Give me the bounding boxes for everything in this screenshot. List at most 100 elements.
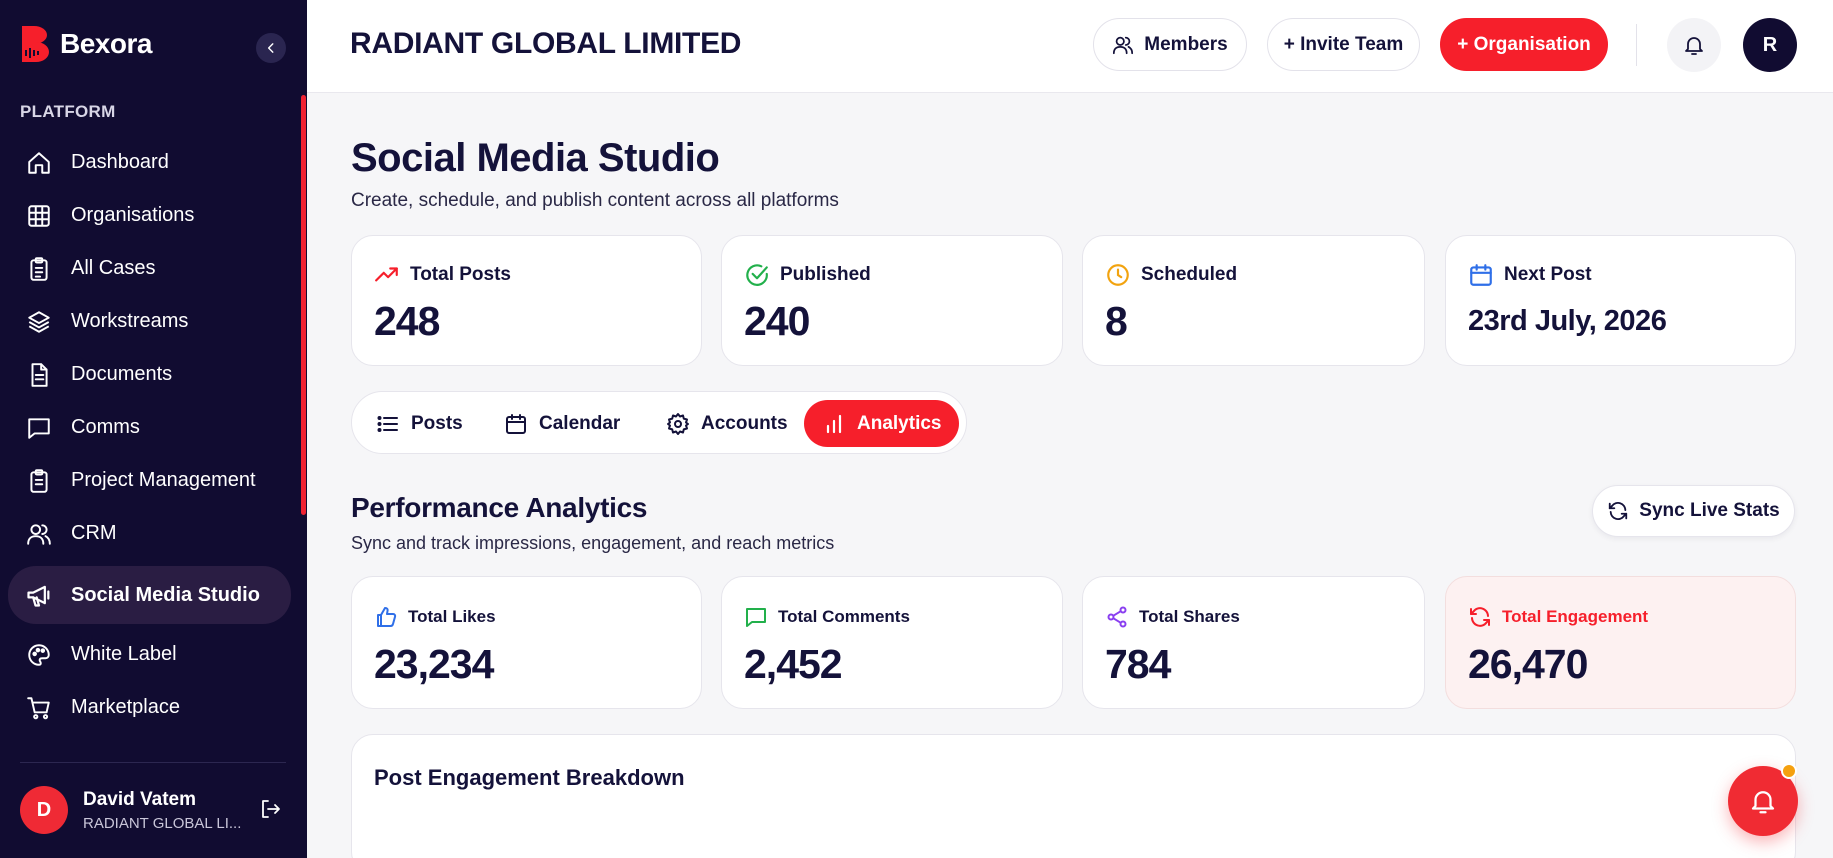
calendar-icon	[504, 412, 528, 436]
sidebar-item-label: Social Media Studio	[71, 583, 260, 606]
metric-value: 23,234	[374, 641, 494, 687]
layers-icon	[24, 307, 54, 337]
sidebar-nav: Dashboard Organisations All Cases Workst…	[8, 136, 291, 734]
chat-icon	[24, 413, 54, 443]
page-subtitle: Create, schedule, and publish content ac…	[351, 190, 839, 211]
sidebar-item-organisations[interactable]: Organisations	[8, 189, 291, 242]
stat-card-published: Published 240	[721, 235, 1063, 366]
tab-label: Calendar	[539, 412, 621, 434]
tab-posts[interactable]: Posts	[358, 400, 481, 447]
tab-analytics[interactable]: Analytics	[804, 400, 960, 447]
stat-card-scheduled: Scheduled 8	[1082, 235, 1425, 366]
sidebar-scrollbar[interactable]	[301, 95, 306, 515]
refresh-icon	[1607, 500, 1629, 522]
users-icon	[24, 519, 54, 549]
members-button[interactable]: Members	[1093, 18, 1247, 71]
user-profile[interactable]: D David Vatem RADIANT GLOBAL LI...	[20, 786, 241, 834]
post-engagement-breakdown-card: Post Engagement Breakdown	[351, 734, 1796, 858]
stat-card-next-post: Next Post 23rd July, 2026	[1445, 235, 1796, 366]
sync-live-stats-button[interactable]: Sync Live Stats	[1592, 485, 1795, 537]
logout-icon	[258, 797, 282, 821]
metric-card-total-shares: Total Shares 784	[1082, 576, 1425, 709]
sidebar-item-label: White Label	[71, 643, 177, 665]
collapse-sidebar-button[interactable]	[256, 33, 286, 63]
chevron-left-icon	[264, 41, 278, 55]
grid-icon	[24, 201, 54, 231]
metric-label: Total Shares	[1139, 607, 1240, 626]
calendar-icon	[1468, 262, 1494, 288]
metric-value: 2,452	[744, 641, 843, 687]
home-icon	[24, 148, 54, 178]
thumbs-up-icon	[374, 605, 398, 629]
sidebar-item-dashboard[interactable]: Dashboard	[8, 136, 291, 189]
page-title: Social Media Studio	[351, 136, 720, 180]
stat-label: Published	[780, 264, 871, 285]
notification-dot	[1781, 763, 1797, 779]
stat-label: Total Posts	[410, 264, 511, 285]
add-organisation-button[interactable]: + Organisation	[1440, 18, 1608, 71]
gear-icon	[666, 412, 690, 436]
tab-label: Analytics	[857, 412, 942, 434]
notifications-button[interactable]	[1667, 18, 1721, 72]
megaphone-icon	[24, 580, 54, 610]
analytics-title: Performance Analytics	[351, 492, 648, 523]
sidebar-item-documents[interactable]: Documents	[8, 348, 291, 401]
header-divider	[1636, 24, 1637, 66]
stat-label: Next Post	[1504, 264, 1592, 285]
cart-icon	[24, 693, 54, 723]
sidebar-item-crm[interactable]: CRM	[8, 507, 291, 560]
invite-team-button[interactable]: + Invite Team	[1267, 18, 1420, 71]
metric-card-total-likes: Total Likes 23,234	[351, 576, 702, 709]
add-organisation-button-label: + Organisation	[1457, 33, 1591, 55]
sidebar-item-social-media-studio[interactable]: Social Media Studio	[8, 566, 291, 624]
account-avatar[interactable]: R	[1743, 18, 1797, 72]
users-icon	[1112, 34, 1134, 56]
bexora-logo-icon	[20, 24, 50, 64]
clock-icon	[1105, 262, 1131, 288]
stat-value: 248	[374, 298, 440, 344]
document-icon	[24, 360, 54, 390]
stat-value: 23rd July, 2026	[1468, 305, 1667, 337]
avatar: D	[20, 786, 68, 834]
sidebar-item-all-cases[interactable]: All Cases	[8, 242, 291, 295]
sidebar-item-comms[interactable]: Comms	[8, 401, 291, 454]
metric-label: Total Likes	[408, 607, 496, 626]
sidebar-item-label: Marketplace	[71, 696, 180, 718]
tab-calendar[interactable]: Calendar	[486, 400, 638, 447]
metric-card-total-comments: Total Comments 2,452	[721, 576, 1063, 709]
sidebar-item-label: Comms	[71, 416, 140, 438]
logout-button[interactable]	[258, 797, 282, 821]
list-icon	[376, 412, 400, 436]
stat-value: 8	[1105, 298, 1128, 344]
org-title: RADIANT GLOBAL LIMITED	[350, 27, 742, 60]
metric-card-total-engagement: Total Engagement 26,470	[1445, 576, 1796, 709]
refresh-icon	[1468, 605, 1492, 629]
bell-icon	[1748, 786, 1778, 816]
metric-value: 784	[1105, 641, 1171, 687]
sidebar-item-label: Workstreams	[71, 310, 189, 332]
sidebar-item-marketplace[interactable]: Marketplace	[8, 681, 291, 734]
palette-icon	[24, 640, 54, 670]
sidebar-item-label: Dashboard	[71, 151, 169, 173]
sidebar: Bexora PLATFORM Dashboard Organisations …	[0, 0, 307, 858]
sidebar-section-label: PLATFORM	[20, 102, 116, 121]
sync-button-label: Sync Live Stats	[1639, 500, 1780, 521]
sidebar-item-white-label[interactable]: White Label	[8, 628, 291, 681]
sidebar-item-workstreams[interactable]: Workstreams	[8, 295, 291, 348]
sidebar-item-project-management[interactable]: Project Management	[8, 454, 291, 507]
brand[interactable]: Bexora	[20, 24, 152, 64]
share-icon	[1105, 605, 1129, 629]
sidebar-item-label: Documents	[71, 363, 173, 385]
sidebar-item-label: Project Management	[71, 469, 256, 491]
sidebar-item-label: Organisations	[71, 204, 195, 226]
brand-name: Bexora	[60, 28, 152, 59]
metric-value: 26,470	[1468, 641, 1588, 687]
sidebar-item-label: CRM	[71, 522, 117, 544]
tab-accounts[interactable]: Accounts	[648, 400, 806, 447]
user-name: David Vatem	[83, 788, 196, 810]
metric-label: Total Comments	[778, 607, 910, 626]
tab-label: Posts	[411, 412, 463, 434]
members-button-label: Members	[1144, 33, 1228, 55]
bar-chart-icon	[822, 412, 846, 436]
message-icon	[744, 605, 768, 629]
